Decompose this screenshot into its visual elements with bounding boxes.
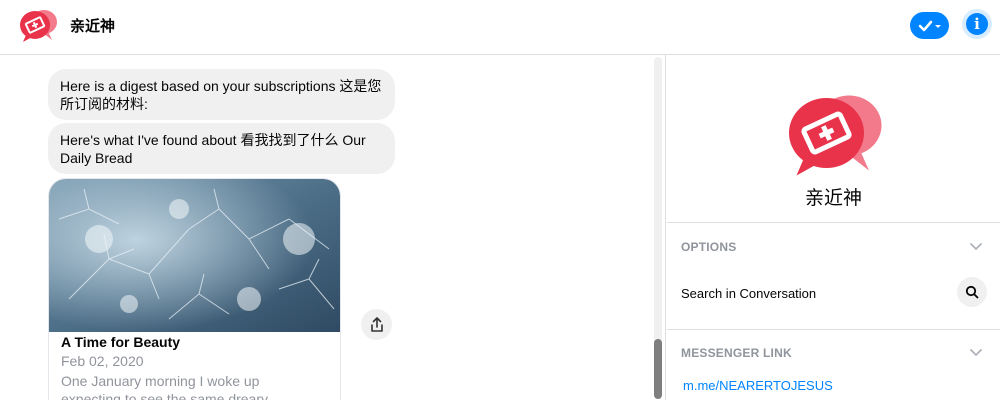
share-button[interactable] bbox=[361, 309, 392, 340]
info-button[interactable]: i bbox=[962, 9, 992, 39]
article-title[interactable]: A Time for Beauty bbox=[61, 334, 180, 350]
message-list[interactable]: Here is a digest based on your subscript… bbox=[0, 55, 666, 400]
scrollbar-thumb[interactable] bbox=[654, 339, 662, 399]
page-title: 亲近神 bbox=[70, 18, 116, 35]
search-in-conversation[interactable]: Search in Conversation bbox=[681, 286, 816, 301]
article-description: One January morning I woke up expecting … bbox=[61, 373, 269, 400]
article-image[interactable] bbox=[49, 179, 340, 332]
messenger-link[interactable]: m.me/NEARERTOJESUS bbox=[683, 378, 833, 393]
info-icon: i bbox=[966, 13, 988, 35]
message-bubble: Here's what I've found about 看我找到了什么 Our… bbox=[48, 123, 395, 174]
chevron-down-icon[interactable] bbox=[969, 240, 983, 254]
check-dropdown-button[interactable] bbox=[910, 12, 949, 39]
article-card[interactable]: A Time for Beauty Feb 02, 2020 One Janua… bbox=[48, 178, 341, 400]
divider bbox=[667, 222, 1000, 223]
messenger-link-section-label[interactable]: MESSENGER LINK bbox=[681, 346, 792, 360]
conversation-info-panel: 亲近神 OPTIONS Search in Conversation MESSE… bbox=[667, 55, 1000, 400]
message-bubble: Here is a digest based on your subscript… bbox=[48, 69, 395, 120]
check-icon bbox=[918, 20, 941, 31]
share-icon bbox=[370, 316, 383, 332]
search-icon bbox=[965, 285, 979, 299]
page-logo-icon[interactable] bbox=[18, 7, 58, 43]
profile-name: 亲近神 bbox=[804, 187, 862, 209]
article-date: Feb 02, 2020 bbox=[61, 353, 144, 369]
chevron-down-icon[interactable] bbox=[969, 346, 983, 360]
chat-scrollbar[interactable] bbox=[652, 55, 662, 400]
options-section-label[interactable]: OPTIONS bbox=[681, 240, 736, 254]
divider bbox=[667, 329, 1000, 330]
conversation-header: 亲近神 i bbox=[0, 0, 1000, 55]
search-button[interactable] bbox=[957, 277, 987, 307]
profile-logo-icon bbox=[784, 85, 884, 181]
